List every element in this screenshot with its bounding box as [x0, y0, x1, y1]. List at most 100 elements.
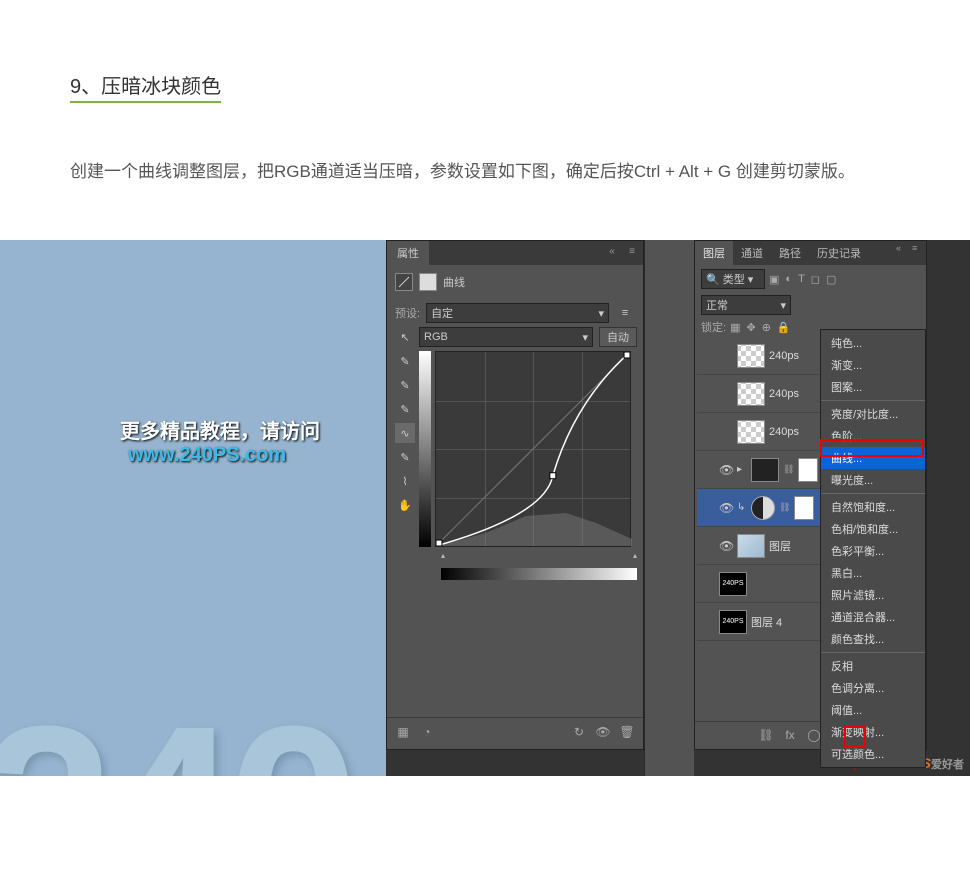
visibility-eye-icon[interactable]: 👁	[719, 539, 733, 553]
visibility-icon[interactable]	[719, 387, 733, 401]
menu-item-pattern[interactable]: 图案...	[821, 376, 925, 398]
visibility-eye-icon[interactable]: 👁	[719, 501, 733, 515]
mask-thumb	[798, 458, 818, 482]
visibility-icon[interactable]	[701, 615, 715, 629]
pencil-tool-icon[interactable]: ✎	[395, 447, 415, 467]
ice-text-preview: 240	[0, 690, 350, 776]
prev-adj-icon[interactable]: ◔	[419, 724, 435, 740]
curve-graph[interactable]	[435, 351, 631, 547]
watermark-text: 更多精品教程，请访问	[120, 421, 320, 443]
panel-menu-icon[interactable]: ≡	[912, 243, 924, 253]
smooth-tool-icon[interactable]: ⌇	[395, 471, 415, 491]
menu-item-posterize[interactable]: 色调分离...	[821, 677, 925, 699]
layer-thumb	[737, 534, 765, 558]
tab-layers[interactable]: 图层	[695, 241, 733, 265]
layer-thumb	[737, 420, 765, 444]
menu-item-bw[interactable]: 黑白...	[821, 562, 925, 584]
annotation-box-adjustment-button	[844, 726, 866, 748]
output-gradient	[419, 351, 431, 547]
reset-icon[interactable]: ↻	[571, 724, 587, 740]
menu-item-gradient-map[interactable]: 渐变映射...	[821, 721, 925, 743]
curves-title: 曲线	[443, 274, 465, 290]
link-icon: ⛓	[779, 502, 790, 513]
curve-path	[436, 352, 630, 546]
filter-type-select[interactable]: 🔍 类型▾	[701, 269, 765, 289]
clip-indicator-icon: ↳	[737, 502, 747, 513]
properties-footer: ▦ ◔ ↻ 👁 🗑	[387, 717, 643, 745]
tab-history[interactable]: 历史记录	[809, 241, 869, 265]
menu-item-invert[interactable]: 反相	[821, 655, 925, 677]
menu-item-solid-color[interactable]: 纯色...	[821, 332, 925, 354]
input-gradient	[441, 568, 637, 580]
filter-shape-icon[interactable]: ◻	[811, 273, 820, 286]
layer-label: 240ps	[769, 426, 799, 438]
mask-thumb	[794, 496, 814, 520]
layer-label: 240ps	[769, 350, 799, 362]
layer-thumb: 240PS	[719, 610, 747, 634]
eyedropper-white-icon[interactable]: ✎	[395, 399, 415, 419]
menu-item-threshold[interactable]: 阈值...	[821, 699, 925, 721]
visibility-icon[interactable]	[719, 349, 733, 363]
preset-select[interactable]: 自定▾	[426, 303, 609, 323]
lock-position-icon[interactable]: ✥	[746, 321, 755, 334]
fx-icon[interactable]: fx	[782, 727, 798, 743]
filter-pixel-icon[interactable]: ▣	[769, 273, 779, 286]
menu-item-exposure[interactable]: 曝光度...	[821, 469, 925, 491]
clip-icon[interactable]: ▦	[395, 724, 411, 740]
trash-icon[interactable]: 🗑	[619, 724, 635, 740]
properties-tab[interactable]: 属性	[387, 241, 429, 265]
panel-tabbar: 属性 « ≡	[387, 241, 643, 265]
eyedropper-black-icon[interactable]: ✎	[395, 351, 415, 371]
filter-adj-icon[interactable]: ◐	[785, 273, 792, 286]
preset-menu-icon[interactable]: ≡	[615, 303, 635, 323]
lock-label: 锁定:	[701, 319, 726, 335]
menu-item-photo-filter[interactable]: 照片滤镜...	[821, 584, 925, 606]
layer-label: 图层	[769, 538, 791, 554]
tab-channels[interactable]: 通道	[733, 241, 771, 265]
panel-collapse-icon[interactable]: «	[896, 243, 908, 253]
collapse-icon[interactable]: ▸	[737, 464, 747, 475]
visibility-eye-icon[interactable]: 👁	[719, 463, 733, 477]
visibility-icon[interactable]	[719, 425, 733, 439]
blend-mode-select[interactable]: 正常▾	[701, 295, 791, 315]
menu-item-brightness[interactable]: 亮度/对比度...	[821, 403, 925, 425]
document-canvas[interactable]: 240 更多精品教程，请访问www.240PS.com	[0, 240, 386, 776]
filter-type-icon[interactable]: T	[798, 273, 805, 286]
menu-item-vibrance[interactable]: 自然饱和度...	[821, 496, 925, 518]
lock-artboard-icon[interactable]: ⊕	[762, 321, 771, 334]
eyedropper-gray-icon[interactable]: ✎	[395, 375, 415, 395]
dock-gap	[644, 240, 694, 776]
menu-item-hue-sat[interactable]: 色相/饱和度...	[821, 518, 925, 540]
mask-type-icon	[419, 273, 437, 291]
hand-tool-icon[interactable]: ✋	[395, 495, 415, 515]
menu-item-color-balance[interactable]: 色彩平衡...	[821, 540, 925, 562]
layer-thumb	[751, 458, 779, 482]
visibility-icon[interactable]: 👁	[595, 724, 611, 740]
watermark: 更多精品教程，请访问www.240PS.com	[120, 415, 386, 467]
panel-menu-icon[interactable]: ≡	[625, 245, 639, 257]
menu-item-color-lookup[interactable]: 颜色查找...	[821, 628, 925, 650]
menu-item-channel-mixer[interactable]: 通道混合器...	[821, 606, 925, 628]
preset-label: 预设:	[395, 305, 420, 321]
auto-button[interactable]: 自动	[599, 327, 637, 347]
curve-point-tool-icon[interactable]: ∿	[395, 423, 415, 443]
tab-paths[interactable]: 路径	[771, 241, 809, 265]
channel-select[interactable]: RGB▾	[419, 327, 593, 347]
lock-pixels-icon[interactable]: ▦	[730, 321, 740, 334]
menu-item-gradient[interactable]: 渐变...	[821, 354, 925, 376]
lock-all-icon[interactable]: 🔒	[777, 321, 791, 334]
layer-thumb: 240PS	[719, 572, 747, 596]
layer-label: 240ps	[769, 388, 799, 400]
layer-thumb	[737, 382, 765, 406]
curves-type-icon	[395, 273, 413, 291]
panel-collapse-icon[interactable]: «	[605, 245, 619, 257]
adjustment-layer-menu: 纯色... 渐变... 图案... 亮度/对比度... 色阶... 曲线... …	[820, 329, 926, 768]
menu-item-selective-color[interactable]: 可选颜色...	[821, 743, 925, 765]
watermark-url: www.240PS.com	[128, 444, 286, 466]
visibility-icon[interactable]	[701, 577, 715, 591]
sampler-tool-icon[interactable]: ↖	[395, 327, 415, 347]
filter-smart-icon[interactable]: ▢	[826, 273, 836, 286]
link-icon: ⛓	[783, 464, 794, 475]
chevron-down-icon: ▾	[582, 331, 588, 344]
link-layers-icon[interactable]: ⛓	[758, 727, 774, 743]
